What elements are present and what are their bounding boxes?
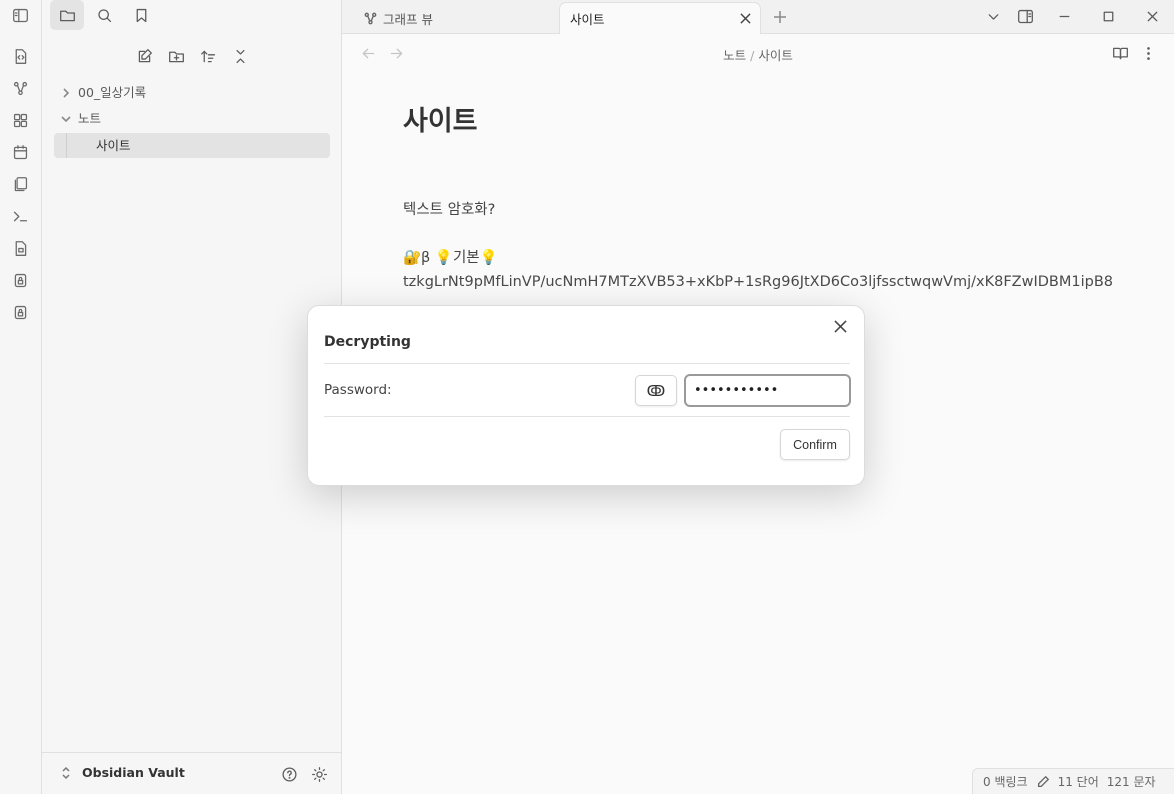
new-tab-button[interactable]	[770, 7, 790, 27]
sidebar-footer: Obsidian Vault	[42, 752, 342, 794]
calendar-icon[interactable]	[10, 142, 30, 162]
breadcrumb: 노트 / 사이트	[342, 45, 1174, 64]
chevrons-up-down-icon	[62, 766, 70, 779]
tab-label: 사이트	[570, 12, 605, 27]
breadcrumb-separator: /	[750, 48, 755, 63]
right-sidebar-toggle[interactable]	[1013, 5, 1037, 27]
tab-site[interactable]: 사이트	[559, 2, 761, 34]
graph-view-icon[interactable]	[10, 78, 30, 98]
close-icon	[833, 319, 847, 333]
maximize-button[interactable]	[1096, 5, 1120, 27]
search-icon	[97, 8, 111, 22]
folder-label: 노트	[78, 111, 102, 126]
minimize-button[interactable]	[1052, 5, 1076, 27]
sidebar-tab-header	[42, 0, 342, 34]
new-note-button[interactable]	[133, 45, 155, 67]
tab-graph-view[interactable]: 그래프 뷰	[364, 2, 554, 34]
chevron-down-icon	[988, 13, 998, 20]
lock-icon[interactable]	[10, 270, 30, 290]
tree-file-active[interactable]: 사이트	[54, 133, 330, 158]
terminal-icon[interactable]	[10, 206, 30, 226]
breadcrumb-folder[interactable]: 노트	[723, 48, 746, 63]
file-nav-actions	[42, 40, 342, 72]
templates-icon[interactable]	[10, 174, 30, 194]
char-count: 121 문자	[1106, 775, 1156, 789]
tree-folder-notes[interactable]: 노트	[54, 106, 330, 132]
graph-icon	[364, 12, 377, 24]
left-ribbon	[0, 0, 42, 794]
glasses-icon: ↂ	[646, 381, 666, 400]
decrypt-modal: Decrypting Password: ↂ Confirm	[307, 305, 865, 486]
new-note-icon	[138, 48, 152, 62]
switcher-icon[interactable]	[10, 46, 30, 66]
note-title[interactable]: 사이트	[403, 100, 1163, 144]
search-tab[interactable]	[87, 0, 121, 30]
password-label: Password:	[324, 382, 392, 398]
password-input[interactable]	[684, 374, 851, 407]
collapse-icon	[235, 49, 245, 63]
status-bar: 0 백링크 11 단어 121 문자	[972, 768, 1174, 794]
sort-button[interactable]	[197, 45, 219, 67]
note-line: 🔐β 💡기본💡	[403, 250, 498, 266]
tab-list-button[interactable]	[981, 5, 1005, 27]
modal-close-button[interactable]	[830, 316, 850, 336]
chevron-right-icon	[60, 80, 72, 106]
sort-icon	[200, 50, 215, 62]
folder-icon	[59, 10, 75, 21]
file-tree: 00_일상기록 노트 사이트	[54, 80, 330, 158]
encrypted-text: tzkgLrNt9pMfLinVP/ucNmH7MTzXVB53+xKbP+1s…	[403, 274, 1113, 290]
divider	[324, 416, 850, 417]
minimize-icon	[1059, 15, 1069, 17]
gear-icon	[311, 766, 327, 782]
view-header: 노트 / 사이트	[342, 35, 1174, 71]
folder-label: 00_일상기록	[78, 85, 147, 100]
help-icon	[281, 766, 297, 782]
breadcrumb-file[interactable]: 사이트	[758, 48, 793, 63]
vault-name: Obsidian Vault	[82, 765, 185, 780]
reading-view-button[interactable]	[1110, 43, 1130, 63]
file-lock-icon[interactable]	[10, 238, 30, 258]
divider	[324, 363, 850, 364]
plus-icon	[774, 11, 786, 23]
tree-folder-daily[interactable]: 00_일상기록	[54, 80, 330, 106]
pencil-icon	[1037, 775, 1049, 787]
more-vertical-icon	[1146, 46, 1150, 60]
tab-label: 그래프 뷰	[383, 11, 433, 27]
settings-button[interactable]	[309, 764, 329, 784]
canvas-icon[interactable]	[10, 110, 30, 130]
window-close-button[interactable]	[1140, 5, 1164, 27]
sidebar-toggle-icon[interactable]	[10, 5, 30, 25]
bookmark-icon	[136, 8, 146, 22]
note-line: 텍스트 암호화?	[403, 202, 496, 218]
reveal-password-button[interactable]: ↂ	[635, 375, 677, 406]
help-button[interactable]	[279, 764, 299, 784]
file-explorer-sidebar: 00_일상기록 노트 사이트 Obsidian Vault	[42, 0, 342, 794]
vault-switcher[interactable]: Obsidian Vault	[60, 765, 185, 780]
collapse-all-button[interactable]	[229, 45, 251, 67]
tree-indent-guide	[66, 133, 67, 158]
chevron-down-icon	[60, 106, 72, 132]
close-icon	[1147, 11, 1157, 21]
tab-bar: 그래프 뷰 사이트	[342, 0, 1174, 34]
book-open-icon	[1112, 47, 1128, 59]
word-count: 11 단어	[1057, 775, 1099, 789]
backlinks-count[interactable]: 0 백링크	[983, 773, 1028, 790]
encrypt-icon[interactable]	[10, 302, 30, 322]
new-folder-button[interactable]	[165, 45, 187, 67]
file-label: 사이트	[96, 138, 131, 153]
files-tab[interactable]	[50, 0, 84, 30]
more-options-button[interactable]	[1138, 43, 1158, 63]
close-icon[interactable]	[738, 11, 752, 25]
bookmarks-tab[interactable]	[124, 0, 158, 30]
new-folder-icon	[168, 51, 184, 62]
note-content[interactable]: 사이트 텍스트 암호화? 🔐β 💡기본💡 tzkgLrNt9pMfLinVP/u…	[403, 100, 1163, 294]
modal-title: Decrypting	[324, 334, 411, 350]
maximize-icon	[1103, 11, 1113, 21]
confirm-button[interactable]: Confirm	[780, 429, 850, 460]
sidebar-right-icon	[1017, 9, 1033, 23]
